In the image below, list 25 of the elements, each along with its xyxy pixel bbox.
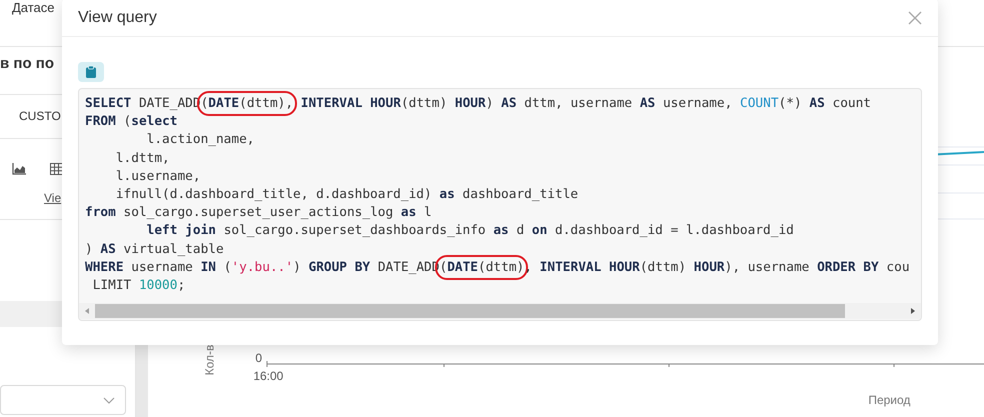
header-text: Датасе — [12, 0, 55, 15]
clipboard-icon — [86, 66, 96, 78]
area-chart-icon[interactable] — [12, 162, 26, 174]
select-field[interactable] — [0, 385, 126, 415]
tab[interactable]: CUSTO — [19, 107, 61, 125]
table-icon[interactable] — [50, 162, 63, 174]
code-line: ifnull(d.dashboard_title, d.dashboard_id) as dashboard_title — [114, 186, 578, 204]
code-line: ) AS virtual_table — [85, 240, 224, 259]
code-line: from sol_cargo.superset_user_actions_log as l — [85, 204, 432, 222]
axis-label: Кол-в — [200, 344, 217, 376]
code-line: LIMIT 10000; — [92, 277, 186, 296]
axis-title: Период — [868, 392, 912, 409]
page-title: в по по — [0, 54, 54, 74]
code-line: l.action_name, — [146, 131, 254, 150]
axis-tick-label: 0 — [255, 350, 262, 367]
code-line: l.dttm, — [114, 150, 170, 168]
copy-button[interactable] — [78, 62, 104, 82]
axis-tick-label: 16:00 — [253, 368, 284, 385]
code-line: left join sol_cargo.superset_dashboards_info as d on d.dashboard_id = l.dashboard_id — [146, 222, 794, 240]
horizontal-scrollbar[interactable] — [79, 303, 921, 319]
chevron-down-icon — [103, 396, 115, 404]
code-line: FROM (select — [85, 113, 178, 132]
close-icon[interactable] — [908, 10, 922, 24]
dialog-title: View query — [78, 8, 157, 28]
code-line: l.username, — [114, 168, 201, 186]
